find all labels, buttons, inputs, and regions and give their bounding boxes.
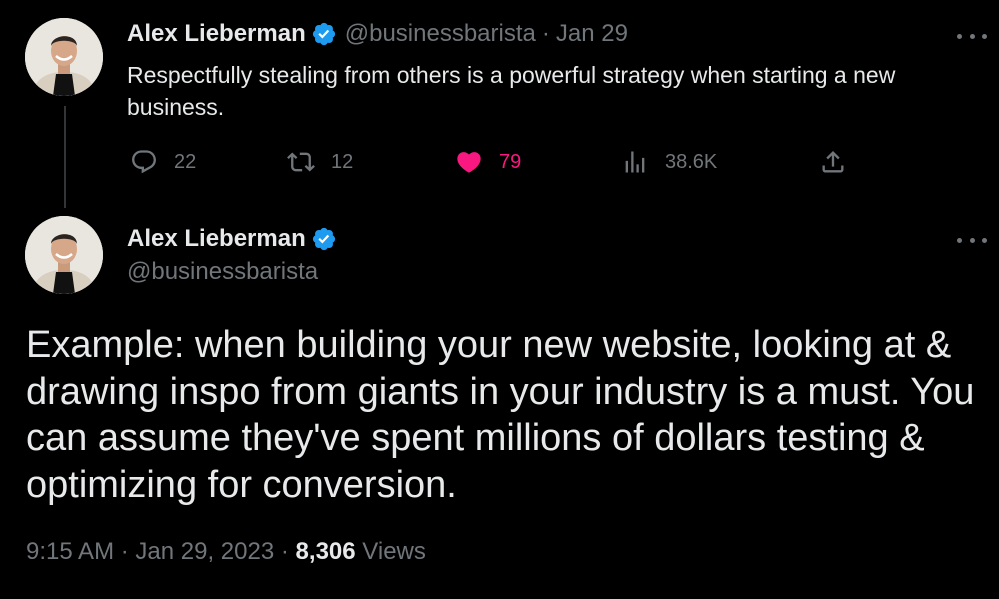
tweet-text: Example: when building your new website,… xyxy=(26,324,975,506)
retweet-icon xyxy=(287,148,315,176)
retweet-count: 12 xyxy=(331,150,354,173)
views-label: Views xyxy=(362,538,426,565)
avatar[interactable] xyxy=(25,18,103,96)
more-options-icon[interactable] xyxy=(957,26,987,46)
views-count: 38.6K xyxy=(665,150,718,173)
views-button[interactable]: 38.6K xyxy=(621,146,717,178)
author-name[interactable]: Alex Lieberman xyxy=(127,225,306,253)
share-icon xyxy=(819,148,847,176)
author-handle[interactable]: @businessbarista xyxy=(345,20,536,48)
tweet-time[interactable]: 9:15 AM xyxy=(26,538,114,565)
reply-button[interactable]: 22 xyxy=(130,146,196,178)
tweet1-header: Alex Lieberman @businessbarista · Jan 29 xyxy=(127,20,628,48)
reply-icon xyxy=(130,148,158,176)
heart-icon xyxy=(455,148,483,176)
tweet-text: Respectfully stealing from others is a p… xyxy=(127,62,896,120)
tweet-date[interactable]: Jan 29 xyxy=(556,20,628,48)
tweet-meta: 9:15 AM · Jan 29, 2023 · 8,306 Views xyxy=(26,538,426,566)
verified-badge-icon xyxy=(311,21,337,47)
author-handle[interactable]: @businessbarista xyxy=(127,258,318,286)
verified-badge-icon xyxy=(311,226,337,252)
author-name[interactable]: Alex Lieberman xyxy=(127,20,306,48)
profile-photo xyxy=(25,18,103,96)
avatar[interactable] xyxy=(25,216,103,294)
analytics-icon xyxy=(621,148,649,176)
tweet-thread: Alex Lieberman @businessbarista · Jan 29… xyxy=(0,0,999,599)
share-button[interactable] xyxy=(819,146,847,178)
profile-photo xyxy=(25,216,103,294)
like-button[interactable]: 79 xyxy=(455,146,521,178)
separator-dot: · xyxy=(120,538,129,565)
thread-connector xyxy=(64,106,66,208)
separator-dot: · xyxy=(541,20,550,47)
reply-count: 22 xyxy=(174,150,197,173)
tweet-date[interactable]: Jan 29, 2023 xyxy=(135,538,274,565)
retweet-button[interactable]: 12 xyxy=(287,146,353,178)
tweet2-header: Alex Lieberman xyxy=(127,225,337,253)
separator-dot: · xyxy=(280,538,289,565)
more-options-icon[interactable] xyxy=(957,230,987,250)
like-count: 79 xyxy=(499,150,522,173)
views-count: 8,306 xyxy=(295,538,356,565)
